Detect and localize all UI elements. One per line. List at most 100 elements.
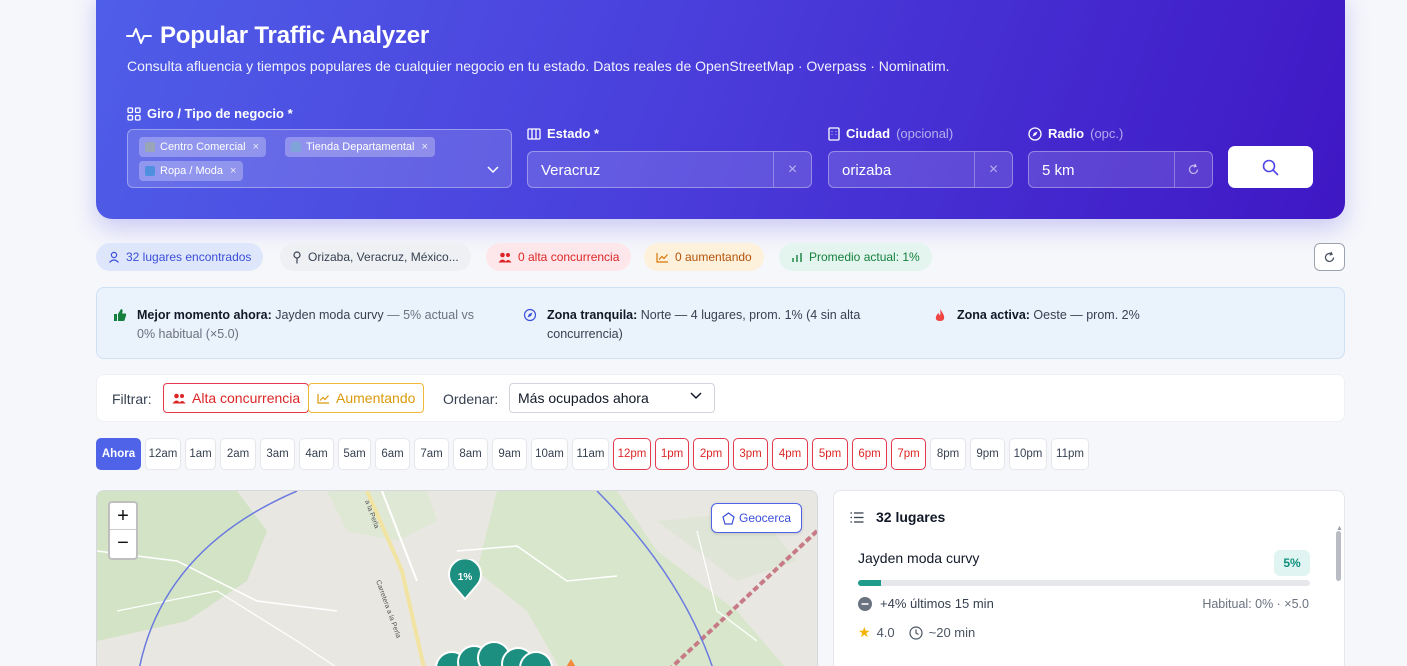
map-marker[interactable]: 1% <box>447 559 483 601</box>
search-button[interactable] <box>1228 146 1313 188</box>
users-icon <box>498 252 512 262</box>
trend-up-icon <box>656 252 668 263</box>
user-pin-icon <box>109 251 119 263</box>
map-icon <box>527 127 541 140</box>
hour-chip-6am[interactable]: 6am <box>375 438 410 470</box>
hour-chip-7am[interactable]: 7am <box>414 438 449 470</box>
hour-chip-5am[interactable]: 5am <box>338 438 371 470</box>
results-panel: 32 lugares ▲ Jayden moda curvy 5% +4% úl… <box>833 490 1345 666</box>
estado-clear-button[interactable]: × <box>773 152 811 187</box>
insights-panel: Mejor momento ahora: Jayden moda curvy —… <box>96 287 1345 359</box>
hour-chip-10pm[interactable]: 10pm <box>1009 438 1047 470</box>
stat-found-badge: 32 lugares encontrados <box>96 243 264 271</box>
activity-icon <box>126 28 152 44</box>
hour-chip-8pm[interactable]: 8pm <box>930 438 966 470</box>
grid-icon <box>127 106 141 121</box>
filter-high-button[interactable]: Alta concurrencia <box>163 383 310 413</box>
hour-chip-3am[interactable]: 3am <box>260 438 295 470</box>
occupancy-bar <box>858 580 1310 586</box>
trend-row: +4% últimos 15 min <box>858 596 994 611</box>
radio-input[interactable]: 5 km <box>1028 151 1213 188</box>
hour-chip-8am[interactable]: 8am <box>453 438 488 470</box>
hour-chip-9pm[interactable]: 9pm <box>970 438 1005 470</box>
clock-icon <box>909 625 923 640</box>
chip-remove-icon[interactable]: × <box>421 141 427 153</box>
stat-high-badge: 0 alta concurrencia <box>486 243 632 271</box>
hour-chip-10am[interactable]: 10am <box>531 438 568 470</box>
chip-ropa-moda[interactable]: Ropa / Moda × <box>139 161 244 181</box>
app-title-row: Popular Traffic Analyzer <box>126 22 429 50</box>
stat-rising-badge: 0 aumentando <box>644 243 764 271</box>
chip-remove-icon[interactable]: × <box>230 165 236 177</box>
sort-label: Ordenar: <box>443 391 499 407</box>
chip-remove-icon[interactable]: × <box>253 141 259 153</box>
radio-reset-button[interactable] <box>1174 152 1212 187</box>
hour-chip-1am[interactable]: 1am <box>185 438 216 470</box>
hour-chip-ahora[interactable]: Ahora <box>96 438 141 470</box>
hour-chip-11pm[interactable]: 11pm <box>1051 438 1089 470</box>
hour-chip-12am[interactable]: 12am <box>145 438 181 470</box>
users-icon <box>172 393 186 403</box>
building-icon <box>145 142 155 152</box>
chip-centro-comercial[interactable]: Centro Comercial × <box>139 137 267 157</box>
insight-active-zone: Zona activa: Oeste — prom. 2% <box>933 306 1333 325</box>
estado-input[interactable]: Veracruz × <box>527 151 812 188</box>
hour-chip-11am[interactable]: 11am <box>572 438 609 470</box>
meta-row: ★ 4.0 ~20 min <box>858 624 976 640</box>
stat-location-badge: Orizaba, Veracruz, México... <box>280 243 471 271</box>
hour-chip-6pm[interactable]: 6pm <box>852 438 887 470</box>
hour-chip-2pm[interactable]: 2pm <box>693 438 729 470</box>
habitual-text: Habitual: 0% · ×5.0 <box>1202 597 1309 611</box>
ciudad-input[interactable]: orizaba × <box>828 151 1013 188</box>
pentagon-icon <box>722 511 735 525</box>
insight-quiet-zone: Zona tranquila: Norte — 4 lugares, prom.… <box>523 306 913 344</box>
ciudad-clear-button[interactable]: × <box>974 152 1012 187</box>
geocerca-button[interactable]: Geocerca <box>711 503 803 533</box>
zoom-out-button[interactable]: − <box>110 530 136 557</box>
hour-chip-5pm[interactable]: 5pm <box>812 438 848 470</box>
giro-label: Giro / Tipo de negocio * <box>127 106 293 121</box>
bar-chart-icon <box>792 252 802 262</box>
hour-chip-2am[interactable]: 2am <box>220 438 256 470</box>
pin-icon <box>293 250 301 263</box>
hour-chip-1pm[interactable]: 1pm <box>655 438 689 470</box>
compass-icon <box>523 308 537 322</box>
scrollbar[interactable] <box>1336 531 1341 581</box>
zoom-in-button[interactable]: + <box>110 503 136 530</box>
flame-icon <box>935 309 945 321</box>
header-panel: Popular Traffic Analyzer Consulta afluen… <box>96 0 1345 219</box>
search-icon <box>1262 159 1279 175</box>
map-view[interactable]: Carretera a la Perla a la Perla + − Geoc… <box>96 490 818 666</box>
results-header: 32 lugares <box>850 509 945 525</box>
app-title: Popular Traffic Analyzer <box>160 22 430 49</box>
hour-chip-4am[interactable]: 4am <box>299 438 334 470</box>
store-icon <box>291 142 301 152</box>
refresh-button[interactable] <box>1314 243 1345 271</box>
hour-chip-3pm[interactable]: 3pm <box>733 438 768 470</box>
zoom-control: + − <box>108 501 138 560</box>
hour-chip-7pm[interactable]: 7pm <box>891 438 926 470</box>
filter-rising-button[interactable]: Aumentando <box>308 383 425 413</box>
stat-average-badge: Promedio actual: 1% <box>779 243 932 271</box>
chip-tienda-departamental[interactable]: Tienda Departamental × <box>285 137 435 157</box>
place-name: Jayden moda curvy <box>858 550 980 566</box>
ciudad-label: Ciudad (opcional) <box>828 126 953 141</box>
star-icon: ★ <box>858 624 871 640</box>
insight-best: Mejor momento ahora: Jayden moda curvy —… <box>113 306 503 344</box>
app-subtitle: Consulta afluencia y tiempos populares d… <box>127 58 950 74</box>
occupancy-badge: 5% <box>1274 550 1310 576</box>
hour-chip-4pm[interactable]: 4pm <box>772 438 808 470</box>
trend-up-icon <box>317 393 329 404</box>
occupancy-bar-fill <box>858 580 881 586</box>
marker-label: 1% <box>457 572 473 583</box>
filter-label: Filtrar: <box>112 391 152 407</box>
hour-chip-12pm[interactable]: 12pm <box>613 438 651 470</box>
thumbs-up-icon <box>114 309 127 321</box>
chevron-down-icon[interactable] <box>487 166 499 174</box>
estado-label: Estado * <box>527 126 599 141</box>
giro-multiselect[interactable]: Centro Comercial × Tienda Departamental … <box>127 129 512 188</box>
sort-select[interactable]: Más ocupados ahora <box>509 383 715 413</box>
filter-bar: Filtrar: Alta concurrencia Aumentando Or… <box>96 374 1345 422</box>
hour-chip-9am[interactable]: 9am <box>492 438 527 470</box>
building-icon <box>828 126 840 141</box>
